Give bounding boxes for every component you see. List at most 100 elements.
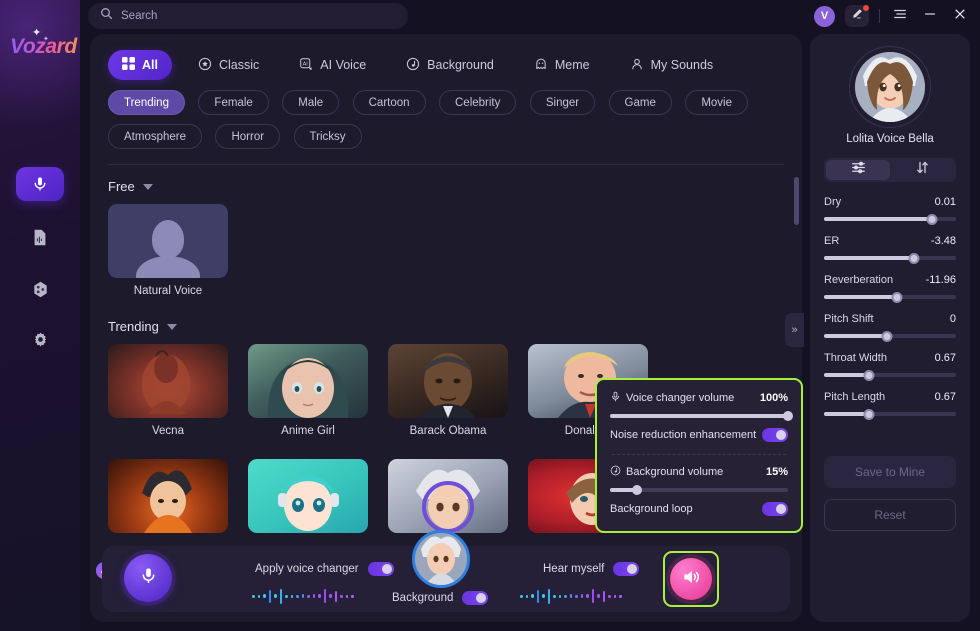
param-label: Dry bbox=[824, 196, 841, 208]
tab-ai-voice[interactable]: AI AI Voice bbox=[285, 50, 380, 80]
param-slider[interactable] bbox=[824, 295, 956, 299]
voice-volume-slider[interactable] bbox=[610, 414, 788, 418]
chip-movie[interactable]: Movie bbox=[685, 90, 748, 115]
rail-item-settings[interactable] bbox=[16, 322, 64, 356]
avatar[interactable]: V bbox=[814, 6, 835, 27]
background-volume-slider[interactable] bbox=[610, 488, 788, 492]
param-er: ER -3.48 bbox=[824, 235, 956, 260]
current-voice-avatar[interactable] bbox=[412, 530, 470, 588]
voice-card-miku[interactable] bbox=[248, 459, 368, 540]
voice-card-barack-obama[interactable]: AI Barack Obama bbox=[388, 344, 508, 437]
chip-game[interactable]: Game bbox=[609, 90, 672, 115]
voice-name: Natural Voice bbox=[108, 285, 228, 297]
music-note-circle-icon bbox=[610, 465, 621, 479]
background-label: Background bbox=[392, 592, 453, 604]
chip-female[interactable]: Female bbox=[198, 90, 268, 115]
reset-button[interactable]: Reset bbox=[824, 499, 956, 531]
param-label: Throat Width bbox=[824, 352, 887, 364]
param-label: Reverberation bbox=[824, 274, 893, 286]
output-waveform bbox=[520, 588, 622, 604]
apply-voice-changer-toggle[interactable] bbox=[368, 562, 394, 576]
ai-square-icon: AI bbox=[299, 57, 313, 74]
background-volume-label-wrap: Background volume bbox=[610, 465, 723, 479]
tab-classic[interactable]: Classic bbox=[184, 50, 273, 80]
hear-myself-toggle[interactable] bbox=[613, 562, 639, 576]
param-slider[interactable] bbox=[824, 373, 956, 377]
search-input[interactable]: Search bbox=[88, 3, 408, 29]
audio-settings-popup: Voice changer volume 100% Noise reductio… bbox=[595, 378, 803, 533]
bottom-control-bar: Apply voice changer bbox=[102, 546, 790, 612]
chip-cartoon[interactable]: Cartoon bbox=[353, 90, 426, 115]
chip-celebrity[interactable]: Celebrity bbox=[439, 90, 516, 115]
background-toggle[interactable] bbox=[462, 591, 488, 605]
param-reverberation: Reverberation -11.96 bbox=[824, 274, 956, 299]
rail-item-effects[interactable] bbox=[16, 272, 64, 306]
voice-thumbnail bbox=[108, 344, 228, 418]
left-rail: ✦ ✦ Vozard bbox=[0, 0, 80, 631]
chip-atmosphere[interactable]: Atmosphere bbox=[108, 124, 202, 149]
microphone-button[interactable] bbox=[124, 554, 172, 602]
svg-text:AI: AI bbox=[303, 61, 309, 67]
edit-pen-button[interactable] bbox=[845, 5, 869, 27]
section-header-free[interactable]: Free bbox=[108, 179, 784, 194]
param-slider[interactable] bbox=[824, 256, 956, 260]
chip-trending[interactable]: Trending bbox=[108, 90, 185, 115]
save-to-mine-button[interactable]: Save to Mine bbox=[824, 456, 956, 488]
speaker-circle bbox=[670, 558, 712, 600]
chevron-down-icon bbox=[143, 184, 153, 190]
param-label: Pitch Shift bbox=[824, 313, 874, 325]
voice-thumbnail bbox=[388, 344, 508, 418]
scrollbar-thumb[interactable] bbox=[794, 177, 799, 225]
voice-thumbnail bbox=[388, 459, 508, 533]
seg-arrows-view[interactable] bbox=[890, 160, 954, 180]
speaker-button[interactable] bbox=[663, 551, 719, 607]
rail-item-soundboard[interactable] bbox=[16, 220, 64, 254]
voice-thumbnail bbox=[108, 204, 228, 278]
hear-myself-row: Hear myself bbox=[543, 562, 639, 576]
star-badge-icon bbox=[198, 57, 212, 74]
right-panel: Lolita Voice Bella bbox=[810, 34, 970, 622]
voice-avatar-wrap bbox=[855, 52, 925, 122]
param-slider[interactable] bbox=[824, 217, 956, 221]
voice-card-lolita[interactable] bbox=[388, 459, 508, 540]
apply-voice-changer-label: Apply voice changer bbox=[255, 563, 359, 575]
microphone-icon bbox=[139, 566, 158, 590]
rail-item-voice-changer[interactable] bbox=[16, 167, 64, 201]
background-loop-toggle[interactable] bbox=[762, 502, 788, 516]
section-header-trending[interactable]: Trending bbox=[108, 319, 784, 334]
ghost-icon bbox=[534, 57, 548, 74]
tab-all[interactable]: All bbox=[108, 50, 172, 80]
noise-reduction-label: Noise reduction enhancement bbox=[610, 429, 756, 441]
collapse-panel-button[interactable]: » bbox=[785, 313, 804, 347]
voice-card-anime-girl[interactable]: AI Anime Girl bbox=[248, 344, 368, 437]
seg-sliders-view[interactable] bbox=[826, 160, 890, 180]
background-volume-label: Background volume bbox=[626, 466, 723, 478]
app-logo: ✦ ✦ Vozard bbox=[8, 36, 80, 76]
minimize-icon bbox=[923, 7, 937, 26]
param-slider[interactable] bbox=[824, 412, 956, 416]
close-button[interactable] bbox=[950, 6, 970, 26]
section-title-trending: Trending bbox=[108, 319, 159, 334]
minimize-button[interactable] bbox=[920, 6, 940, 26]
noise-reduction-toggle[interactable] bbox=[762, 428, 788, 442]
param-value: 0.67 bbox=[935, 352, 956, 364]
voice-card-natural[interactable]: Natural Voice bbox=[108, 204, 228, 297]
chip-tricksy[interactable]: Tricksy bbox=[294, 124, 362, 149]
param-slider[interactable] bbox=[824, 334, 956, 338]
param-value: 0 bbox=[950, 313, 956, 325]
voice-card-vecna[interactable]: Vecna bbox=[108, 344, 228, 437]
cube-share-icon bbox=[32, 281, 49, 298]
tab-my-sounds[interactable]: My Sounds bbox=[616, 50, 728, 80]
grid-icon bbox=[122, 57, 135, 73]
voice-card-goku[interactable] bbox=[108, 459, 228, 540]
chip-singer[interactable]: Singer bbox=[530, 90, 595, 115]
chip-horror[interactable]: Horror bbox=[215, 124, 280, 149]
tab-background[interactable]: Background bbox=[392, 50, 508, 80]
chip-male[interactable]: Male bbox=[282, 90, 339, 115]
voice-thumbnail bbox=[248, 344, 368, 418]
tab-meme[interactable]: Meme bbox=[520, 50, 604, 80]
filter-chips: Trending Female Male Cartoon Celebrity S… bbox=[90, 80, 770, 158]
menu-button[interactable] bbox=[890, 6, 910, 26]
tab-background-label: Background bbox=[427, 58, 494, 72]
titlebar-actions: V bbox=[814, 0, 970, 32]
